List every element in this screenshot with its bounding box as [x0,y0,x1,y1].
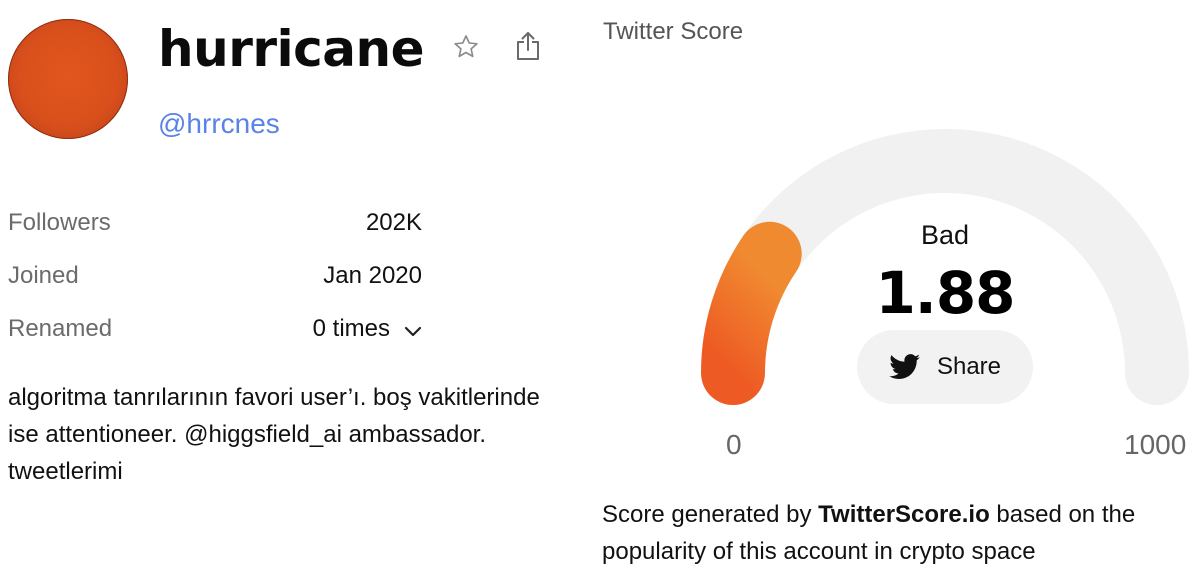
star-icon[interactable] [451,32,481,62]
profile-bio: algoritma tanrılarının favori user’ı. bo… [8,384,540,485]
followers-label: Followers [8,209,111,236]
gauge-min-label: 0 [726,429,742,460]
profile-handle[interactable]: @hrrcnes [158,106,280,142]
share-label: Share [936,353,1002,380]
joined-label: Joined [8,262,79,289]
stat-row-followers: Followers 202K [8,205,422,241]
chevron-down-icon [404,326,422,337]
gauge-fill [701,221,802,405]
joined-value: Jan 2020 [323,262,422,289]
footer-prefix: Score generated by [602,501,819,528]
footer-brand[interactable]: TwitterScore.io [818,501,990,528]
followers-value: 202K [365,209,422,236]
score-footer-note: Score generated by TwitterScore.io based… [602,496,1192,570]
renamed-label: Renamed [8,315,113,342]
renamed-value: 0 times [312,315,390,342]
score-value: 1.88 [875,259,1015,327]
profile-name: hurricane [158,20,425,78]
score-status: Bad [920,220,970,250]
share-score-button[interactable]: Share [857,330,1033,404]
renamed-dropdown[interactable]: 0 times [313,311,422,347]
share-icon[interactable] [514,30,542,62]
gauge-max-label: 1000 [1124,429,1187,460]
stat-row-renamed: Renamed 0 times [8,311,422,347]
avatar [8,19,128,139]
score-title: Twitter Score [603,18,744,45]
stat-row-joined: Joined Jan 2020 [8,258,422,294]
twitter-icon [889,354,921,379]
